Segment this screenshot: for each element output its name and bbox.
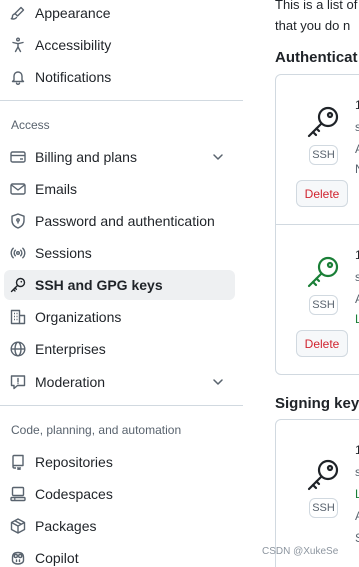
sidebar-item-moderation[interactable]: Moderation: [4, 367, 235, 397]
sidebar-item-copilot[interactable]: Copilot: [4, 543, 235, 567]
globe-icon: [10, 341, 26, 357]
key-icon: [10, 277, 26, 293]
bell-icon: [10, 69, 26, 85]
broadcast-icon: [10, 245, 26, 261]
ssh-badge: SSH: [309, 145, 338, 165]
row-divider: [275, 224, 359, 225]
key-title-fragment: 1: [355, 443, 359, 457]
sidebar-divider: [0, 100, 243, 101]
sidebar-item-label: Emails: [35, 181, 78, 197]
sidebar-item-codespaces[interactable]: Codespaces: [4, 479, 235, 509]
sidebar-item-label: Packages: [35, 518, 97, 534]
key-fingerprint-fragment: s: [355, 270, 359, 284]
sidebar-item-label: Password and authentication: [35, 213, 215, 229]
sidebar-item-label: Sessions: [35, 245, 92, 261]
sidebar-divider: [0, 405, 243, 406]
sidebar-item-label: SSH and GPG keys: [35, 277, 163, 293]
report-icon: [10, 374, 26, 390]
repo-icon: [10, 454, 26, 470]
delete-key-button[interactable]: Delete: [296, 330, 348, 357]
key-last-used-fragment: L: [355, 312, 359, 326]
sidebar-item-label: Moderation: [35, 374, 106, 390]
signing-keys-panel: [275, 419, 359, 567]
main-content: This is a list of that you do n Authenti…: [243, 0, 359, 567]
key-icon: [305, 457, 341, 493]
key-fingerprint-fragment: s: [355, 120, 359, 134]
key-added-fragment: A: [355, 292, 359, 306]
sidebar-item-billing[interactable]: Billing and plans: [4, 142, 235, 172]
key-title-fragment: 1: [355, 248, 359, 262]
sidebar-item-sessions[interactable]: Sessions: [4, 238, 235, 268]
sidebar-item-ssh-gpg-keys[interactable]: SSH and GPG keys: [4, 270, 235, 300]
shield-lock-icon: [10, 213, 26, 229]
chevron-down-icon[interactable]: [211, 150, 225, 164]
key-added-fragment: A: [355, 509, 359, 523]
delete-key-button[interactable]: Delete: [296, 180, 348, 207]
sidebar-item-packages[interactable]: Packages: [4, 511, 235, 541]
key-last-used-fragment: L: [355, 487, 359, 501]
key-last-used-fragment: N: [355, 162, 359, 176]
key-icon: [305, 104, 341, 140]
sidebar-item-organizations[interactable]: Organizations: [4, 302, 235, 332]
sidebar-section-access: Access: [11, 118, 50, 132]
package-icon: [10, 518, 26, 534]
sidebar-item-password-auth[interactable]: Password and authentication: [4, 206, 235, 236]
sidebar-item-accessibility[interactable]: Accessibility: [4, 30, 235, 60]
accessibility-icon: [10, 37, 26, 53]
sidebar-item-appearance[interactable]: Appearance: [4, 0, 235, 28]
sidebar-item-emails[interactable]: Emails: [4, 174, 235, 204]
credit-card-icon: [10, 149, 26, 165]
copilot-icon: [10, 550, 26, 566]
sidebar-item-label: Repositories: [35, 454, 113, 470]
key-detail-fragment: S: [355, 531, 359, 545]
mail-icon: [10, 181, 26, 197]
watermark: CSDN @XukeSe: [262, 546, 339, 557]
sidebar-item-label: Copilot: [35, 550, 79, 566]
ssh-badge: SSH: [309, 498, 338, 518]
sidebar-item-label: Notifications: [35, 69, 112, 85]
sidebar-item-label: Appearance: [35, 5, 111, 21]
sidebar-item-label: Organizations: [35, 309, 122, 325]
intro-text-line: This is a list of: [275, 0, 358, 12]
key-added-fragment: A: [355, 142, 359, 156]
intro-text-line: that you do n: [275, 18, 351, 33]
organization-icon: [10, 309, 26, 325]
codespaces-icon: [10, 486, 26, 502]
sidebar-item-label: Billing and plans: [35, 149, 137, 165]
chevron-down-icon[interactable]: [211, 375, 225, 389]
sidebar-item-enterprises[interactable]: Enterprises: [4, 334, 235, 364]
key-title-fragment: 1: [355, 98, 359, 112]
settings-sidebar: Appearance Accessibility Notifications A…: [0, 0, 243, 567]
sidebar-item-label: Accessibility: [35, 37, 112, 53]
signing-keys-title: Signing key: [275, 395, 359, 412]
key-fingerprint-fragment: s: [355, 465, 359, 479]
sidebar-item-notifications[interactable]: Notifications: [4, 62, 235, 92]
sidebar-section-code: Code, planning, and automation: [11, 423, 182, 437]
sidebar-item-label: Enterprises: [35, 341, 106, 357]
authentication-keys-title: Authenticat: [275, 49, 358, 66]
ssh-badge: SSH: [309, 295, 338, 315]
sidebar-item-repositories[interactable]: Repositories: [4, 447, 235, 477]
paintbrush-icon: [10, 5, 26, 21]
sidebar-item-label: Codespaces: [35, 486, 113, 502]
key-icon-active: [305, 254, 341, 290]
